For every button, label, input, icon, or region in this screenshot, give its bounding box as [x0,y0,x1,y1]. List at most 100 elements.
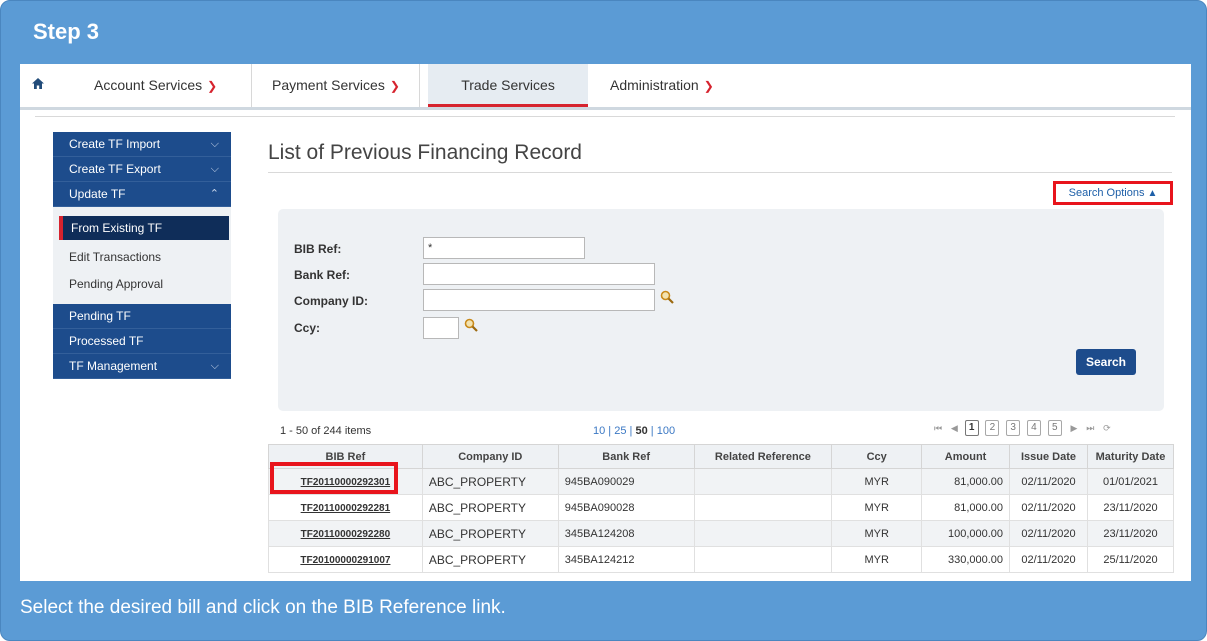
sidebar-item-label: Pending TF [69,309,131,323]
financing-table: BIB Ref Company ID Bank Ref Related Refe… [268,444,1175,573]
instruction-text: Select the desired bill and click on the… [20,597,506,618]
table-row: TF20110000292281 ABC_PROPERTY 945BA09002… [268,494,1175,521]
sidebar-item-label: Create TF Export [69,162,161,176]
bib-ref-link[interactable]: TF20110000292281 [301,503,391,514]
nav-label: Account Services [94,77,203,93]
bank-ref-cell: 345BA124212 [557,546,695,573]
top-navigation: Account Services ❯ Payment Services ❯ Trad… [20,64,1191,110]
page-4[interactable]: 4 [1026,420,1041,436]
ccy-cell: MYR [831,468,923,495]
company-id-cell: ABC_PROPERTY [421,468,559,495]
search-button[interactable]: Search [1076,349,1136,375]
sidebar-item-pending[interactable]: Pending TF [53,304,231,329]
sidebar-item-label: Update TF [69,187,126,201]
sidebar-sub-from-existing[interactable]: From Existing TF [59,216,229,240]
chevron-up-icon: ⌃ [209,188,219,200]
home-icon[interactable] [32,78,72,98]
tutorial-frame: Step 3 Account Services ❯ Payment Service… [0,0,1207,641]
page-size-25[interactable]: 25 [614,425,626,437]
page-size-100[interactable]: 100 [657,425,675,437]
chevron-down-icon: ❯ [389,79,400,93]
search-panel: BIB Ref: Bank Ref: Company ID: Ccy: Sear… [278,209,1164,411]
highlight-box [270,462,398,494]
sidebar-item-update[interactable]: Update TF ⌃ [53,182,231,207]
column-header[interactable]: Company ID [421,444,559,469]
related-ref-cell [693,468,833,495]
column-header[interactable]: Amount [921,444,1011,469]
bank-ref-input[interactable] [423,263,655,285]
maturity-date-cell: 25/11/2020 [1086,546,1175,573]
amount-cell: 81,000.00 [921,468,1011,495]
nav-administration[interactable]: Administration ❯ [590,64,790,107]
sidebar-sub-edit-transactions[interactable]: Edit Transactions [53,244,231,271]
title-divider [268,172,1172,173]
prev-page-icon[interactable]: ◀ [951,423,958,434]
maturity-date-cell: 23/11/2020 [1086,494,1175,521]
refresh-icon[interactable]: ⟳ [1103,423,1111,434]
column-header[interactable]: Related Reference [693,444,833,469]
amount-cell: 330,000.00 [921,546,1011,573]
bib-ref-label: BIB Ref: [294,242,342,256]
chevron-up-icon: ▲ [1147,188,1158,199]
column-header[interactable]: Issue Date [1009,444,1088,469]
bib-ref-link[interactable]: TF20100000291007 [300,555,390,566]
sidebar-item-management[interactable]: TF Management ⌵ [53,354,231,379]
table-row: TF20110000292280 ABC_PROPERTY 345BA12420… [268,520,1175,547]
bib-ref-input[interactable] [423,237,585,259]
page-3[interactable]: 3 [1006,420,1021,436]
search-options-toggle[interactable]: Search Options ▲ [1053,181,1173,205]
amount-cell: 81,000.00 [921,494,1011,521]
search-icon[interactable] [660,290,674,307]
page-1[interactable]: 1 [964,420,979,436]
related-ref-cell [693,494,833,521]
bank-ref-cell: 945BA090028 [557,494,695,521]
issue-date-cell: 02/11/2020 [1009,494,1088,521]
nav-divider [35,116,1175,117]
nav-label: Payment Services [272,77,385,93]
page-5[interactable]: 5 [1047,420,1062,436]
bank-ref-cell: 345BA124208 [557,520,695,547]
maturity-date-cell: 01/01/2021 [1086,468,1175,495]
table-row: TF20110000292301 ABC_PROPERTY 945BA09002… [268,468,1175,495]
issue-date-cell: 02/11/2020 [1009,520,1088,547]
grid-item-count: 1 - 50 of 244 items [280,425,372,437]
ccy-input[interactable] [423,317,459,339]
sidebar-item-create-import[interactable]: Create TF Import ⌵ [53,132,231,157]
issue-date-cell: 02/11/2020 [1009,468,1088,495]
search-icon[interactable] [464,318,478,335]
column-header[interactable]: Maturity Date [1086,444,1175,469]
company-id-cell: ABC_PROPERTY [421,546,559,573]
page-size-50[interactable]: 50 [635,425,647,437]
bib-ref-link[interactable]: TF20110000292280 [301,529,391,540]
sidebar-item-label: Create TF Import [69,137,161,151]
first-page-icon[interactable]: ⏮ [934,423,942,434]
bank-ref-label: Bank Ref: [294,268,351,282]
step-title: Step 3 [33,19,100,44]
ccy-cell: MYR [831,494,923,521]
app-window: Account Services ❯ Payment Services ❯ Trad… [20,64,1191,581]
sidebar-item-create-export[interactable]: Create TF Export ⌵ [53,157,231,182]
page-size-10[interactable]: 10 [593,425,605,437]
last-page-icon[interactable]: ⏭ [1086,423,1094,434]
nav-label: Administration [610,77,699,93]
company-id-input[interactable] [423,289,655,311]
related-ref-cell [693,546,833,573]
search-options-label: Search Options [1068,187,1145,199]
page-2[interactable]: 2 [985,420,1000,436]
table-row: TF20100000291007 ABC_PROPERTY 345BA12421… [268,546,1175,573]
nav-trade-services[interactable]: Trade Services [428,64,588,107]
nav-payment-services[interactable]: Payment Services ❯ [252,64,420,107]
sidebar-sub-pending-approval[interactable]: Pending Approval [53,271,231,298]
bank-ref-cell: 945BA090029 [557,468,695,495]
issue-date-cell: 02/11/2020 [1009,546,1088,573]
sidebar-item-processed[interactable]: Processed TF [53,329,231,354]
column-header[interactable]: Bank Ref [557,444,695,469]
column-header[interactable]: Ccy [831,444,923,469]
related-ref-cell [693,520,833,547]
nav-account-services[interactable]: Account Services ❯ [74,64,252,107]
pager: ⏮ ◀ 1 2 3 4 5 ▶ ⏭ ⟳ [928,420,1111,440]
chevron-down-icon: ⌵ [210,163,219,175]
ccy-label: Ccy: [294,321,321,335]
chevron-down-icon: ❯ [207,79,218,93]
next-page-icon[interactable]: ▶ [1071,423,1078,434]
